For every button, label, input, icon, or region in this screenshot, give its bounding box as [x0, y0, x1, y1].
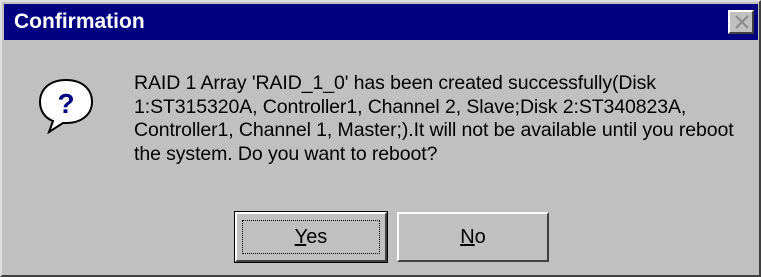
no-button-label: No — [460, 225, 486, 248]
yes-button[interactable]: Yes — [234, 211, 388, 263]
close-button[interactable] — [728, 10, 754, 34]
close-icon — [735, 15, 749, 29]
question-icon: ? — [38, 78, 94, 134]
svg-text:?: ? — [57, 88, 74, 119]
confirmation-dialog: Confirmation ? RAID 1 Array 'RAID_1_0' h… — [0, 0, 761, 277]
title-bar[interactable]: Confirmation — [4, 4, 758, 40]
yes-button-label: Yes — [294, 225, 328, 248]
dialog-message: RAID 1 Array 'RAID_1_0' has been created… — [134, 72, 734, 165]
window-title: Confirmation — [14, 10, 145, 33]
no-button[interactable]: No — [397, 212, 549, 262]
